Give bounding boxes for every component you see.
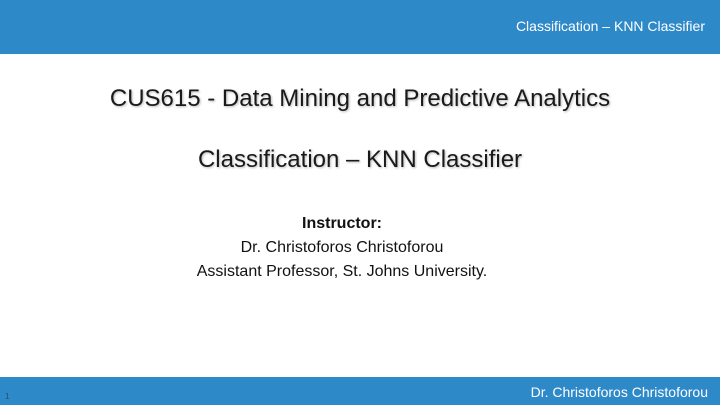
- instructor-heading: Instructor:: [302, 215, 382, 232]
- header-title: Classification – KNN Classifier: [515, 18, 705, 34]
- slide-subtitle: Classification – KNN Classifier: [197, 146, 523, 173]
- header-bar: Classification – KNN Classifier: [0, 0, 720, 54]
- instructor-position: Assistant Professor, St. Johns Universit…: [196, 263, 488, 280]
- instructor-info: Instructor: Dr. Christoforos Christoforo…: [0, 212, 684, 284]
- slide-number: 1: [5, 392, 10, 401]
- instructor-name: Dr. Christoforos Christoforou: [240, 239, 444, 256]
- footer-bar: 1 Dr. Christoforos Christoforou: [0, 377, 720, 405]
- slide-title: CUS615 - Data Mining and Predictive Anal…: [109, 85, 611, 112]
- footer-author: Dr. Christoforos Christoforou: [530, 384, 708, 400]
- slide: Classification – KNN Classifier CUS615 -…: [0, 0, 720, 405]
